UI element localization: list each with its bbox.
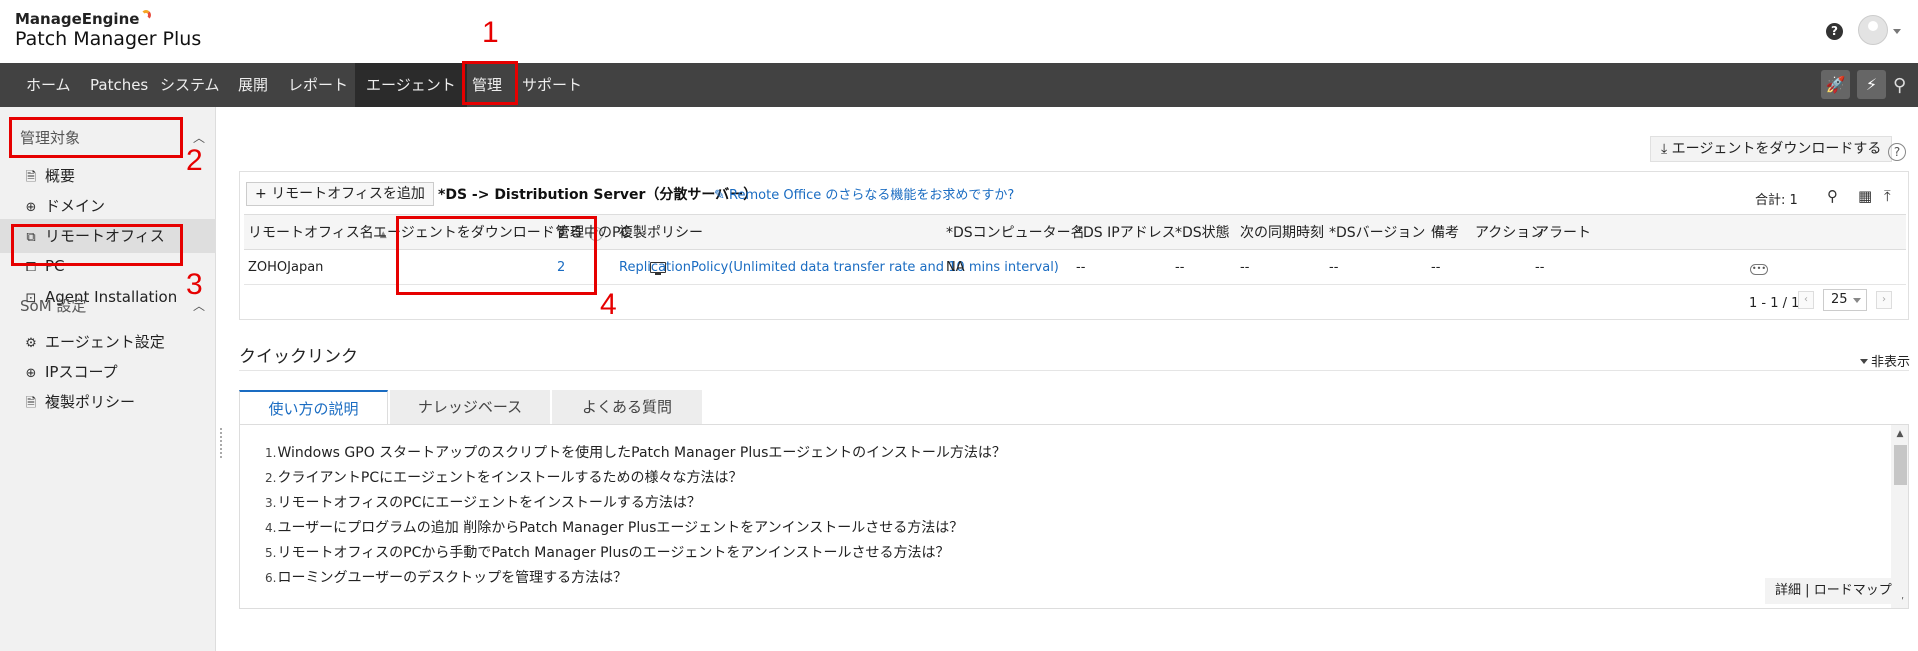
nav-agent[interactable]: エージェント	[355, 63, 467, 107]
annotation-box-2	[9, 117, 183, 158]
page-size-select[interactable]: 25	[1823, 289, 1867, 311]
remote-office-promo-link[interactable]: ✎ Remote Office のさらなる機能をお求めですか?	[714, 184, 1014, 203]
list-item[interactable]: 6.ローミングユーザーのデスクトップを管理する方法は？	[265, 566, 1006, 591]
edit-icon: ✎	[714, 188, 725, 203]
divider	[239, 370, 1909, 371]
quicklinks-footer: 詳細 | ロードマップ	[1765, 578, 1902, 604]
help-icon[interactable]: ?	[1826, 23, 1843, 40]
download-agent-monitor-icon[interactable]	[650, 262, 666, 275]
rocket-icon[interactable]: 🚀	[1821, 70, 1850, 99]
tab-how-to[interactable]: 使い方の説明	[239, 390, 388, 425]
col-next-sync[interactable]: 次の同期時刻	[1240, 215, 1324, 251]
nav-reports[interactable]: レポート	[278, 63, 358, 107]
export-icon[interactable]: ⤒	[1884, 187, 1891, 205]
annotation-number-2: 2	[186, 144, 203, 177]
cell-next-sync: --	[1240, 260, 1250, 275]
sidebar-item-domain[interactable]: ⊕ ドメイン	[0, 189, 216, 223]
avatar[interactable]	[1858, 15, 1888, 45]
roadmap-link[interactable]: ロードマップ	[1814, 583, 1892, 598]
quicklinks-title: クイックリンク	[239, 347, 358, 367]
cell-ds-status: --	[1175, 260, 1185, 275]
col-ds-ip[interactable]: *DS IPアドレス	[1076, 215, 1176, 251]
brand-vendor: ManageEngine	[15, 10, 152, 28]
annotation-number-4: 4	[600, 288, 617, 321]
next-page-icon[interactable]: ›	[1876, 291, 1892, 309]
nav-system[interactable]: システム	[150, 63, 230, 107]
document-icon: 🗎	[25, 396, 37, 411]
annotation-box-3	[11, 224, 183, 266]
list-item[interactable]: 5.リモートオフィスのPCから手動でPatch Manager Plusのエージ…	[265, 541, 1006, 566]
col-ds-computer[interactable]: *DSコンピューター名	[946, 215, 1085, 251]
list-item[interactable]: 1.Windows GPO スタートアップのスクリプトを使用したPatch Ma…	[265, 441, 1006, 466]
add-remote-office-button[interactable]: + リモートオフィスを追加	[246, 182, 434, 206]
quicklinks-content: 1.Windows GPO スタートアップのスクリプトを使用したPatch Ma…	[239, 424, 1909, 609]
annotation-box-1	[462, 61, 518, 105]
table-columns-icon[interactable]: ▦	[1858, 187, 1872, 205]
sidebar-section-som-label[interactable]: SoM 設定	[20, 295, 86, 316]
sidebar-resize-handle[interactable]	[220, 428, 226, 458]
annotation-number-3: 3	[186, 268, 203, 301]
help-icon[interactable]: ?	[1888, 143, 1906, 161]
cell-name: ZOHOJapan	[248, 260, 324, 275]
annotation-number-1: 1	[482, 16, 499, 49]
more-actions-icon[interactable]: •••	[1750, 264, 1768, 275]
caret-down-icon	[1860, 359, 1868, 364]
cell-ds-ip: --	[1076, 260, 1086, 275]
quicklinks-hide-toggle[interactable]: 非表示	[1860, 351, 1910, 370]
col-ds-status[interactable]: *DS状態	[1175, 215, 1230, 251]
details-link[interactable]: 詳細	[1775, 583, 1801, 598]
quicklinks-list: 1.Windows GPO スタートアップのスクリプトを使用したPatch Ma…	[265, 441, 1006, 591]
cell-remarks: --	[1431, 260, 1441, 275]
search-icon[interactable]: ⚲	[1893, 75, 1913, 96]
search-icon[interactable]: ⚲	[1827, 187, 1838, 205]
scroll-up-icon[interactable]: ▲	[1891, 425, 1908, 443]
ds-note: *DS -> Distribution Server（分散サーバー）	[438, 187, 758, 203]
annotation-box-4	[396, 216, 597, 295]
list-item[interactable]: 2.クライアントPCにエージェントをインストールするための様々な方法は？	[265, 466, 1006, 491]
prev-page-icon[interactable]: ‹	[1798, 291, 1814, 309]
cell-policy[interactable]: ReplicationPolicy(Unlimited data transfe…	[619, 251, 1059, 285]
lightning-icon[interactable]: ⚡	[1857, 70, 1886, 99]
list-item[interactable]: 3.リモートオフィスのPCにエージェントをインストールする方法は？	[265, 491, 1006, 516]
col-ds-version[interactable]: *DSバージョン	[1329, 215, 1425, 251]
col-remote-office-name[interactable]: リモートオフィス名 ▲	[248, 215, 387, 251]
col-alert[interactable]: アラート	[1535, 215, 1591, 251]
cell-alert: --	[1535, 260, 1545, 275]
col-remarks[interactable]: 備考	[1431, 215, 1459, 251]
tab-faq[interactable]: よくある質問	[552, 390, 702, 425]
chevron-down-icon[interactable]	[1893, 29, 1901, 34]
sidebar-item-agent-settings[interactable]: ⚙ エージェント設定	[0, 325, 216, 359]
total-count: 合計: 1	[1755, 193, 1798, 208]
sidebar-item-overview[interactable]: 🗎 概要	[0, 159, 216, 193]
list-item[interactable]: 4.ユーザーにプログラムの追加 削除からPatch Manager Plusエー…	[265, 516, 1006, 541]
tab-knowledge-base[interactable]: ナレッジベース	[390, 390, 550, 425]
col-replication-policy[interactable]: 複製ポリシー	[619, 215, 703, 251]
pagination-info: 1 - 1 / 1	[1749, 296, 1800, 311]
cell-ds-computer: NA	[946, 260, 965, 275]
sidebar-item-replication-policy[interactable]: 🗎 複製ポリシー	[0, 385, 216, 419]
col-action[interactable]: アクション	[1475, 215, 1544, 251]
nav-patches[interactable]: Patches	[80, 63, 158, 107]
brand-product[interactable]: Patch Manager Plus	[15, 28, 201, 50]
download-agent-button[interactable]: ⤓ エージェントをダウンロードする	[1650, 136, 1893, 162]
brand-arc-icon	[141, 10, 152, 20]
sidebar: 管理対象 ︿ 🗎 概要 ⊕ ドメイン ⧉ リモートオフィス ⧠ PC ⊡ Agent In…	[0, 107, 216, 651]
nav-deploy[interactable]: 展開	[228, 63, 278, 107]
download-icon: ⤓	[1661, 141, 1668, 157]
nav-support[interactable]: サポート	[512, 63, 592, 107]
nav-home[interactable]: ホーム	[16, 63, 81, 107]
scrollbar-thumb[interactable]	[1894, 445, 1907, 485]
main-nav: ホーム Patches システム 展開 レポート エージェント 管理 サポート …	[0, 63, 1918, 107]
cell-ds-version: --	[1329, 260, 1339, 275]
app-header: ManageEngine Patch Manager Plus ?	[0, 0, 1918, 63]
sidebar-item-ip-scope[interactable]: ⊕ IPスコープ	[0, 355, 216, 389]
plus-icon: +	[255, 186, 267, 202]
chevron-down-icon	[1853, 298, 1861, 303]
